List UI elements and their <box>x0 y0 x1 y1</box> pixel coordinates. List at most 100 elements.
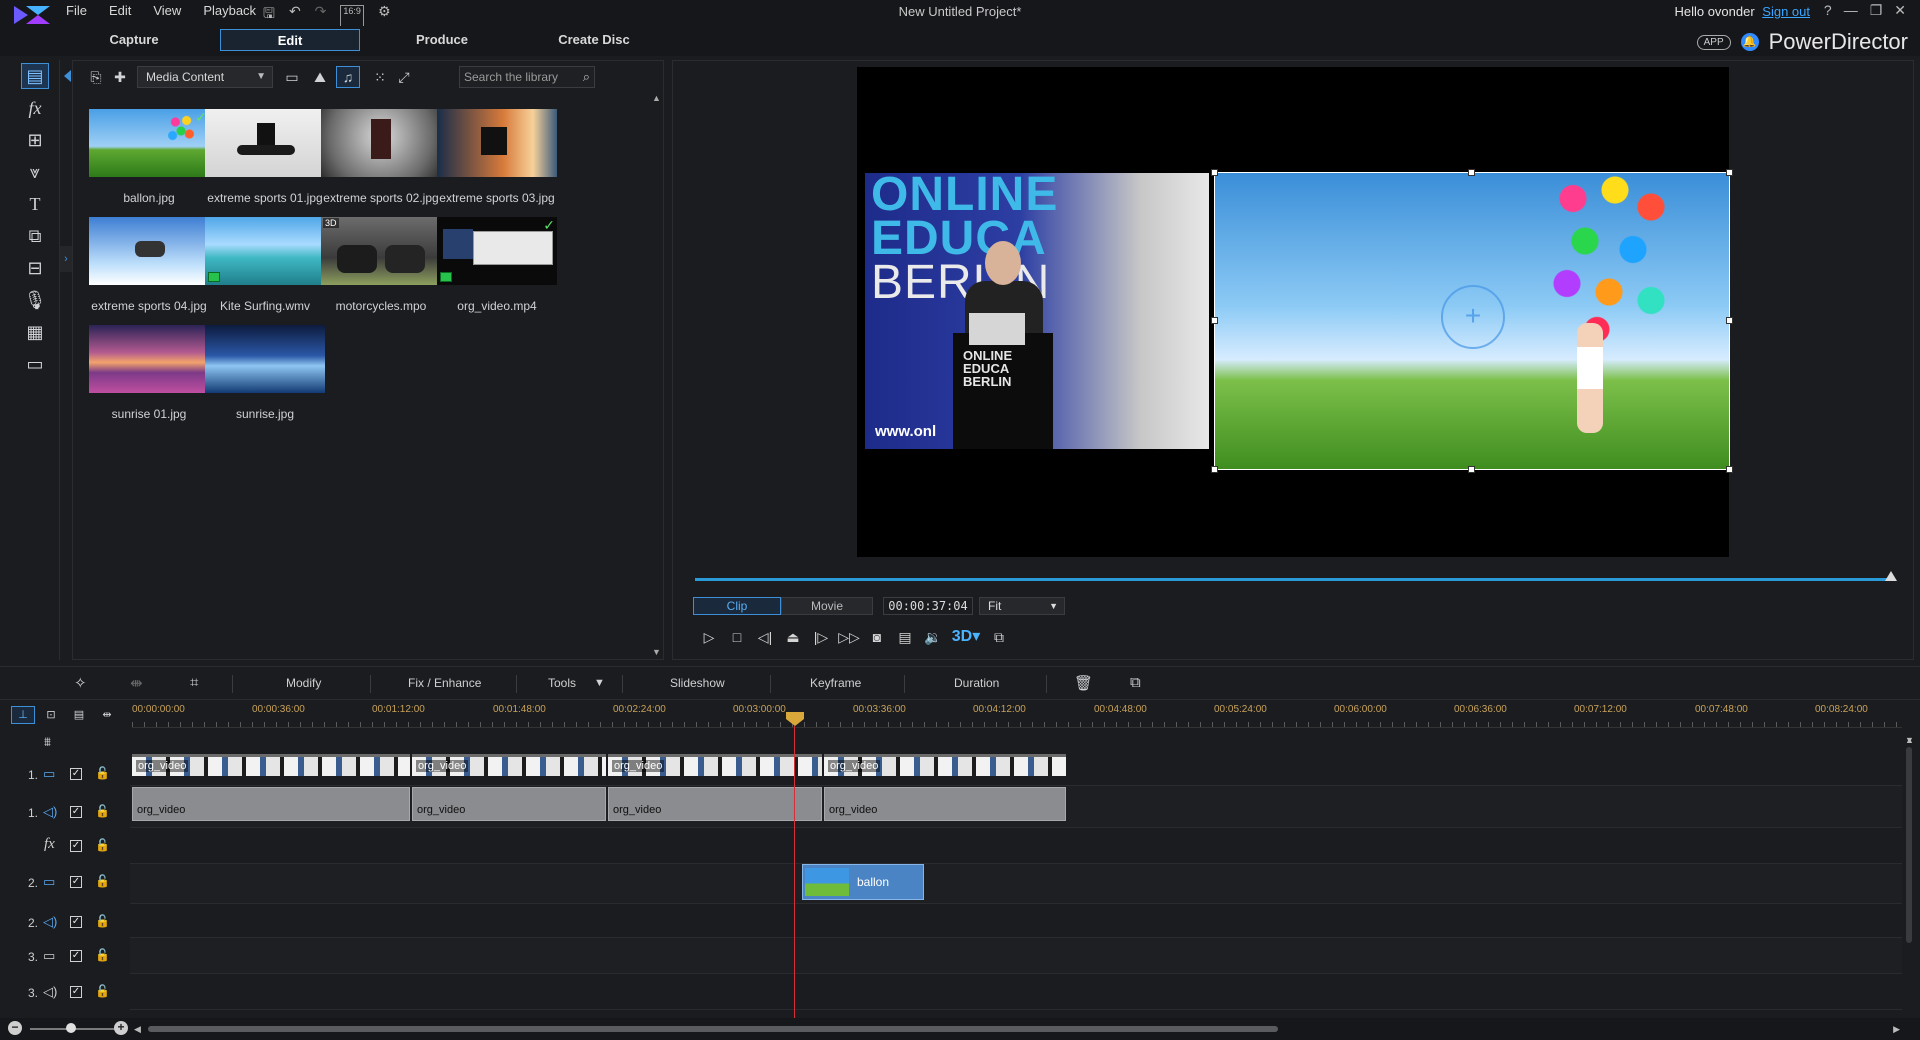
media-item[interactable]: sunrise 01.jpg <box>87 325 211 435</box>
track-enable-checkbox[interactable]: ✓ <box>70 768 82 780</box>
scroll-right-icon[interactable]: ▶ <box>1893 1024 1900 1035</box>
timeline-horizontal-scrollbar[interactable]: ◀ ▶ <box>134 1024 1900 1034</box>
media-item[interactable]: extreme sports 03.jpg <box>435 109 559 219</box>
fast-forward-icon[interactable]: ▷▷ <box>835 626 863 648</box>
media-item[interactable]: ✓ ballon.jpg <box>87 109 211 219</box>
move-crosshair-icon[interactable]: + <box>1441 285 1505 349</box>
track-tools-icon[interactable]: ⩩ <box>44 734 51 750</box>
video-clip[interactable]: org_video <box>824 754 1066 776</box>
preview-seek-bar[interactable] <box>695 578 1893 581</box>
video-clip[interactable]: org_video <box>608 754 822 776</box>
subtitle-room-icon[interactable]: ▭ <box>22 352 48 376</box>
zoom-dropdown[interactable]: Fit ▼ <box>979 597 1065 615</box>
track-enable-checkbox[interactable]: ✓ <box>70 806 82 818</box>
library-search-input[interactable]: Search the library ⌕ <box>459 66 595 88</box>
modify-button[interactable]: Modify <box>286 676 321 690</box>
pip-objects-room-icon[interactable]: ⊞ <box>22 128 48 152</box>
audio-clip[interactable]: org_video <box>132 787 410 821</box>
scroll-down-icon[interactable]: ▼ <box>652 647 661 657</box>
zoom-in-icon[interactable]: + <box>114 1021 128 1035</box>
stop-icon[interactable]: □ <box>723 626 751 648</box>
timeline-vertical-scrollbar[interactable]: ▲ ▼ <box>1904 735 1914 1015</box>
storyboard-view-icon[interactable]: ⊡ <box>40 707 62 723</box>
plugins-icon[interactable]: ✚ <box>109 67 131 87</box>
scroll-down-icon[interactable]: ▼ <box>1905 735 1914 1019</box>
play-icon[interactable]: ▷ <box>695 626 723 648</box>
audio-clip[interactable]: org_video <box>608 787 822 821</box>
pip-clip-ballon[interactable]: ballon <box>802 864 924 900</box>
resize-handle[interactable] <box>1726 169 1733 176</box>
track-enable-checkbox[interactable]: ✓ <box>70 950 82 962</box>
particle-room-icon[interactable]: ⩔ <box>22 160 48 184</box>
tools-dropdown[interactable]: Tools <box>548 676 576 690</box>
media-room-icon[interactable]: ▤ <box>21 63 49 89</box>
audio-clip[interactable]: org_video <box>412 787 606 821</box>
chevron-down-icon[interactable]: ▼ <box>594 677 605 689</box>
track-enable-checkbox[interactable]: ✓ <box>70 916 82 928</box>
zoom-slider-knob[interactable] <box>66 1023 76 1033</box>
audio-lane-3[interactable] <box>130 974 1902 1010</box>
3d-mode-icon[interactable]: 3D▾ <box>947 626 985 648</box>
grid-view-icon[interactable]: ⁙ <box>369 67 391 87</box>
title-room-icon[interactable]: T <box>22 192 48 216</box>
aspect-ratio-button[interactable]: 16:9 <box>340 5 364 27</box>
fit-timeline-icon[interactable]: ⇹ <box>96 707 118 723</box>
lock-icon[interactable]: 🔓 <box>95 874 110 888</box>
timeline-ruler[interactable]: 00:00:00:00 00:00:36:00 00:01:12:00 00:0… <box>132 702 1902 728</box>
track-manager-icon[interactable]: ▤ <box>68 707 90 723</box>
media-item[interactable]: extreme sports 01.jpg <box>203 109 327 219</box>
menu-playback[interactable]: Playback <box>203 3 256 18</box>
media-item[interactable]: ✓ org_video.mp4 <box>435 217 559 327</box>
media-item[interactable]: 3D motorcycles.mpo <box>319 217 443 327</box>
import-media-icon[interactable]: ⎘ <box>85 67 107 87</box>
app-button[interactable]: APP <box>1696 34 1731 50</box>
timeline-view-icon[interactable]: ⊥ <box>11 706 35 724</box>
audio-clip[interactable]: org_video <box>824 787 1066 821</box>
resize-handle[interactable] <box>1726 466 1733 473</box>
notification-bell-icon[interactable]: 🔔 <box>1740 33 1759 51</box>
scroll-thumb[interactable] <box>148 1026 1278 1032</box>
transition-room-icon[interactable]: ⧉ <box>22 224 48 248</box>
help-icon[interactable]: ? <box>1824 2 1832 19</box>
magic-tools-icon[interactable]: ✧ <box>74 674 87 692</box>
voice-over-room-icon[interactable]: 🎙 <box>22 288 48 312</box>
media-item[interactable]: extreme sports 02.jpg <box>319 109 443 219</box>
tab-capture[interactable]: Capture <box>64 29 204 51</box>
resize-handle[interactable] <box>1726 317 1733 324</box>
media-item[interactable]: extreme sports 04.jpg <box>87 217 211 327</box>
playhead-line[interactable] <box>794 726 795 1018</box>
lock-icon[interactable]: 🔓 <box>95 914 110 928</box>
pip-ballon-overlay[interactable]: + <box>1211 169 1733 473</box>
next-frame-icon[interactable]: |▷ <box>807 626 835 648</box>
lock-icon[interactable]: 🔓 <box>95 984 110 998</box>
menu-view[interactable]: View <box>153 3 181 18</box>
search-icon[interactable]: ⌕ <box>583 67 590 87</box>
chapter-room-icon[interactable]: ▦ <box>22 320 48 344</box>
library-scrollbar[interactable]: ▲ ▼ <box>651 93 661 657</box>
filter-video-icon[interactable]: ▭ <box>281 67 303 87</box>
video-clip[interactable]: org_video <box>412 754 606 776</box>
video-clip[interactable]: org_video <box>132 754 410 776</box>
undo-icon[interactable]: ↶ <box>289 3 301 27</box>
more-features-icon[interactable]: ⧉ <box>1130 674 1141 691</box>
audio-lane-2[interactable] <box>130 904 1902 938</box>
resize-thumbnails-icon[interactable]: ⤢ <box>393 67 415 87</box>
clip-mode-button[interactable]: Clip <box>693 597 781 615</box>
track-enable-checkbox[interactable]: ✓ <box>70 876 82 888</box>
resize-handle[interactable] <box>1211 317 1218 324</box>
fix-enhance-button[interactable]: Fix / Enhance <box>408 676 481 690</box>
movie-mode-button[interactable]: Movie <box>781 597 873 615</box>
sign-out-link[interactable]: Sign out <box>1762 4 1810 19</box>
audio-mixing-room-icon[interactable]: ⊟ <box>22 256 48 280</box>
save-icon[interactable]: 🖫 <box>263 3 275 27</box>
timecode-field[interactable]: 00:00:37:04 <box>883 597 973 615</box>
minimize-icon[interactable]: — <box>1844 2 1858 19</box>
lock-icon[interactable]: 🔓 <box>95 804 110 818</box>
tab-edit[interactable]: Edit <box>220 29 360 51</box>
settings-gear-icon[interactable]: ⚙ <box>378 3 391 27</box>
restore-icon[interactable]: ❐ <box>1870 2 1883 19</box>
effect-room-icon[interactable]: fx <box>22 96 48 120</box>
volume-icon[interactable]: 🔉 <box>919 626 947 648</box>
previous-frame-icon[interactable]: ◁| <box>751 626 779 648</box>
tab-create-disc[interactable]: Create Disc <box>524 29 664 51</box>
